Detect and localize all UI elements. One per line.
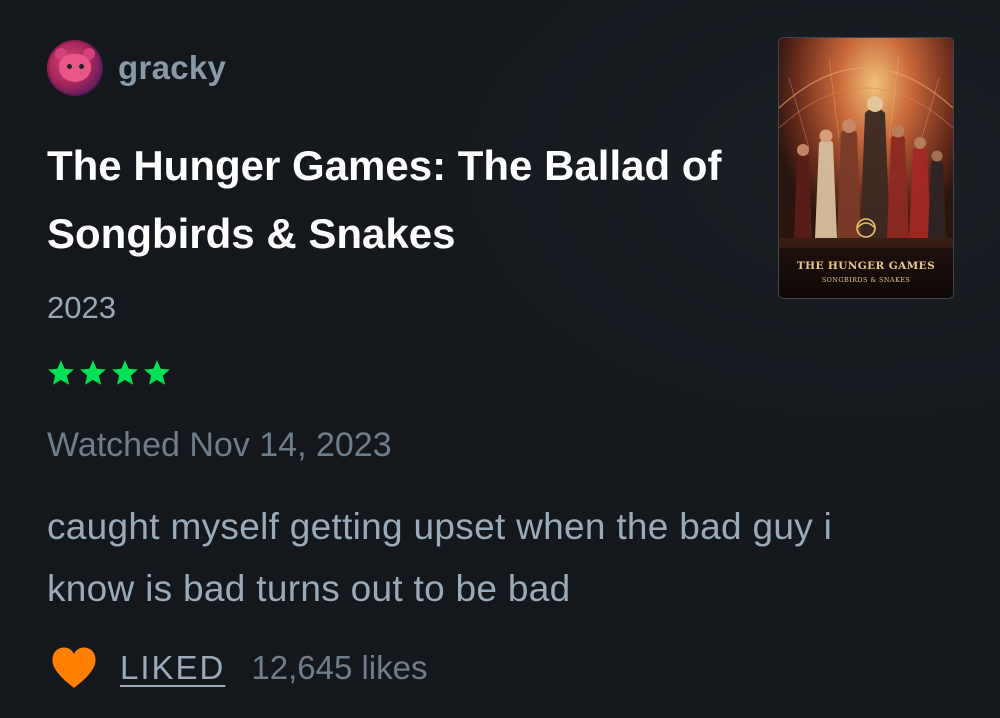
poster-title: THE HUNGER GAMES bbox=[796, 260, 936, 272]
username[interactable]: gracky bbox=[118, 49, 226, 87]
star-icon bbox=[144, 360, 170, 385]
user-row[interactable]: gracky bbox=[47, 38, 226, 98]
star-icon bbox=[80, 360, 106, 385]
rating-stars bbox=[46, 358, 172, 388]
star-icon bbox=[112, 360, 138, 385]
avatar-eye-right bbox=[79, 64, 84, 69]
star-icon bbox=[48, 360, 74, 385]
heart-icon[interactable] bbox=[50, 646, 98, 690]
poster-artwork bbox=[779, 38, 953, 298]
avatar-eye-left bbox=[67, 64, 72, 69]
liked-link[interactable]: LIKED bbox=[120, 649, 225, 687]
film-title[interactable]: The Hunger Games: The Ballad of Songbird… bbox=[47, 132, 767, 268]
avatar-face bbox=[59, 54, 91, 82]
review-body: caught myself getting upset when the bad… bbox=[47, 506, 833, 609]
film-year[interactable]: 2023 bbox=[47, 290, 116, 326]
like-row: LIKED 12,645 likes bbox=[50, 640, 428, 696]
likes-count[interactable]: 12,645 likes bbox=[251, 649, 427, 687]
watched-date: Watched Nov 14, 2023 bbox=[47, 426, 392, 464]
poster-subtitle: SONGBIRDS & SNAKES bbox=[821, 276, 911, 284]
film-poster[interactable]: THE HUNGER GAMES SONGBIRDS & SNAKES bbox=[779, 38, 953, 298]
avatar[interactable] bbox=[47, 40, 103, 96]
review-card: gracky The Hunger Games: The Ballad of S… bbox=[0, 0, 1000, 718]
